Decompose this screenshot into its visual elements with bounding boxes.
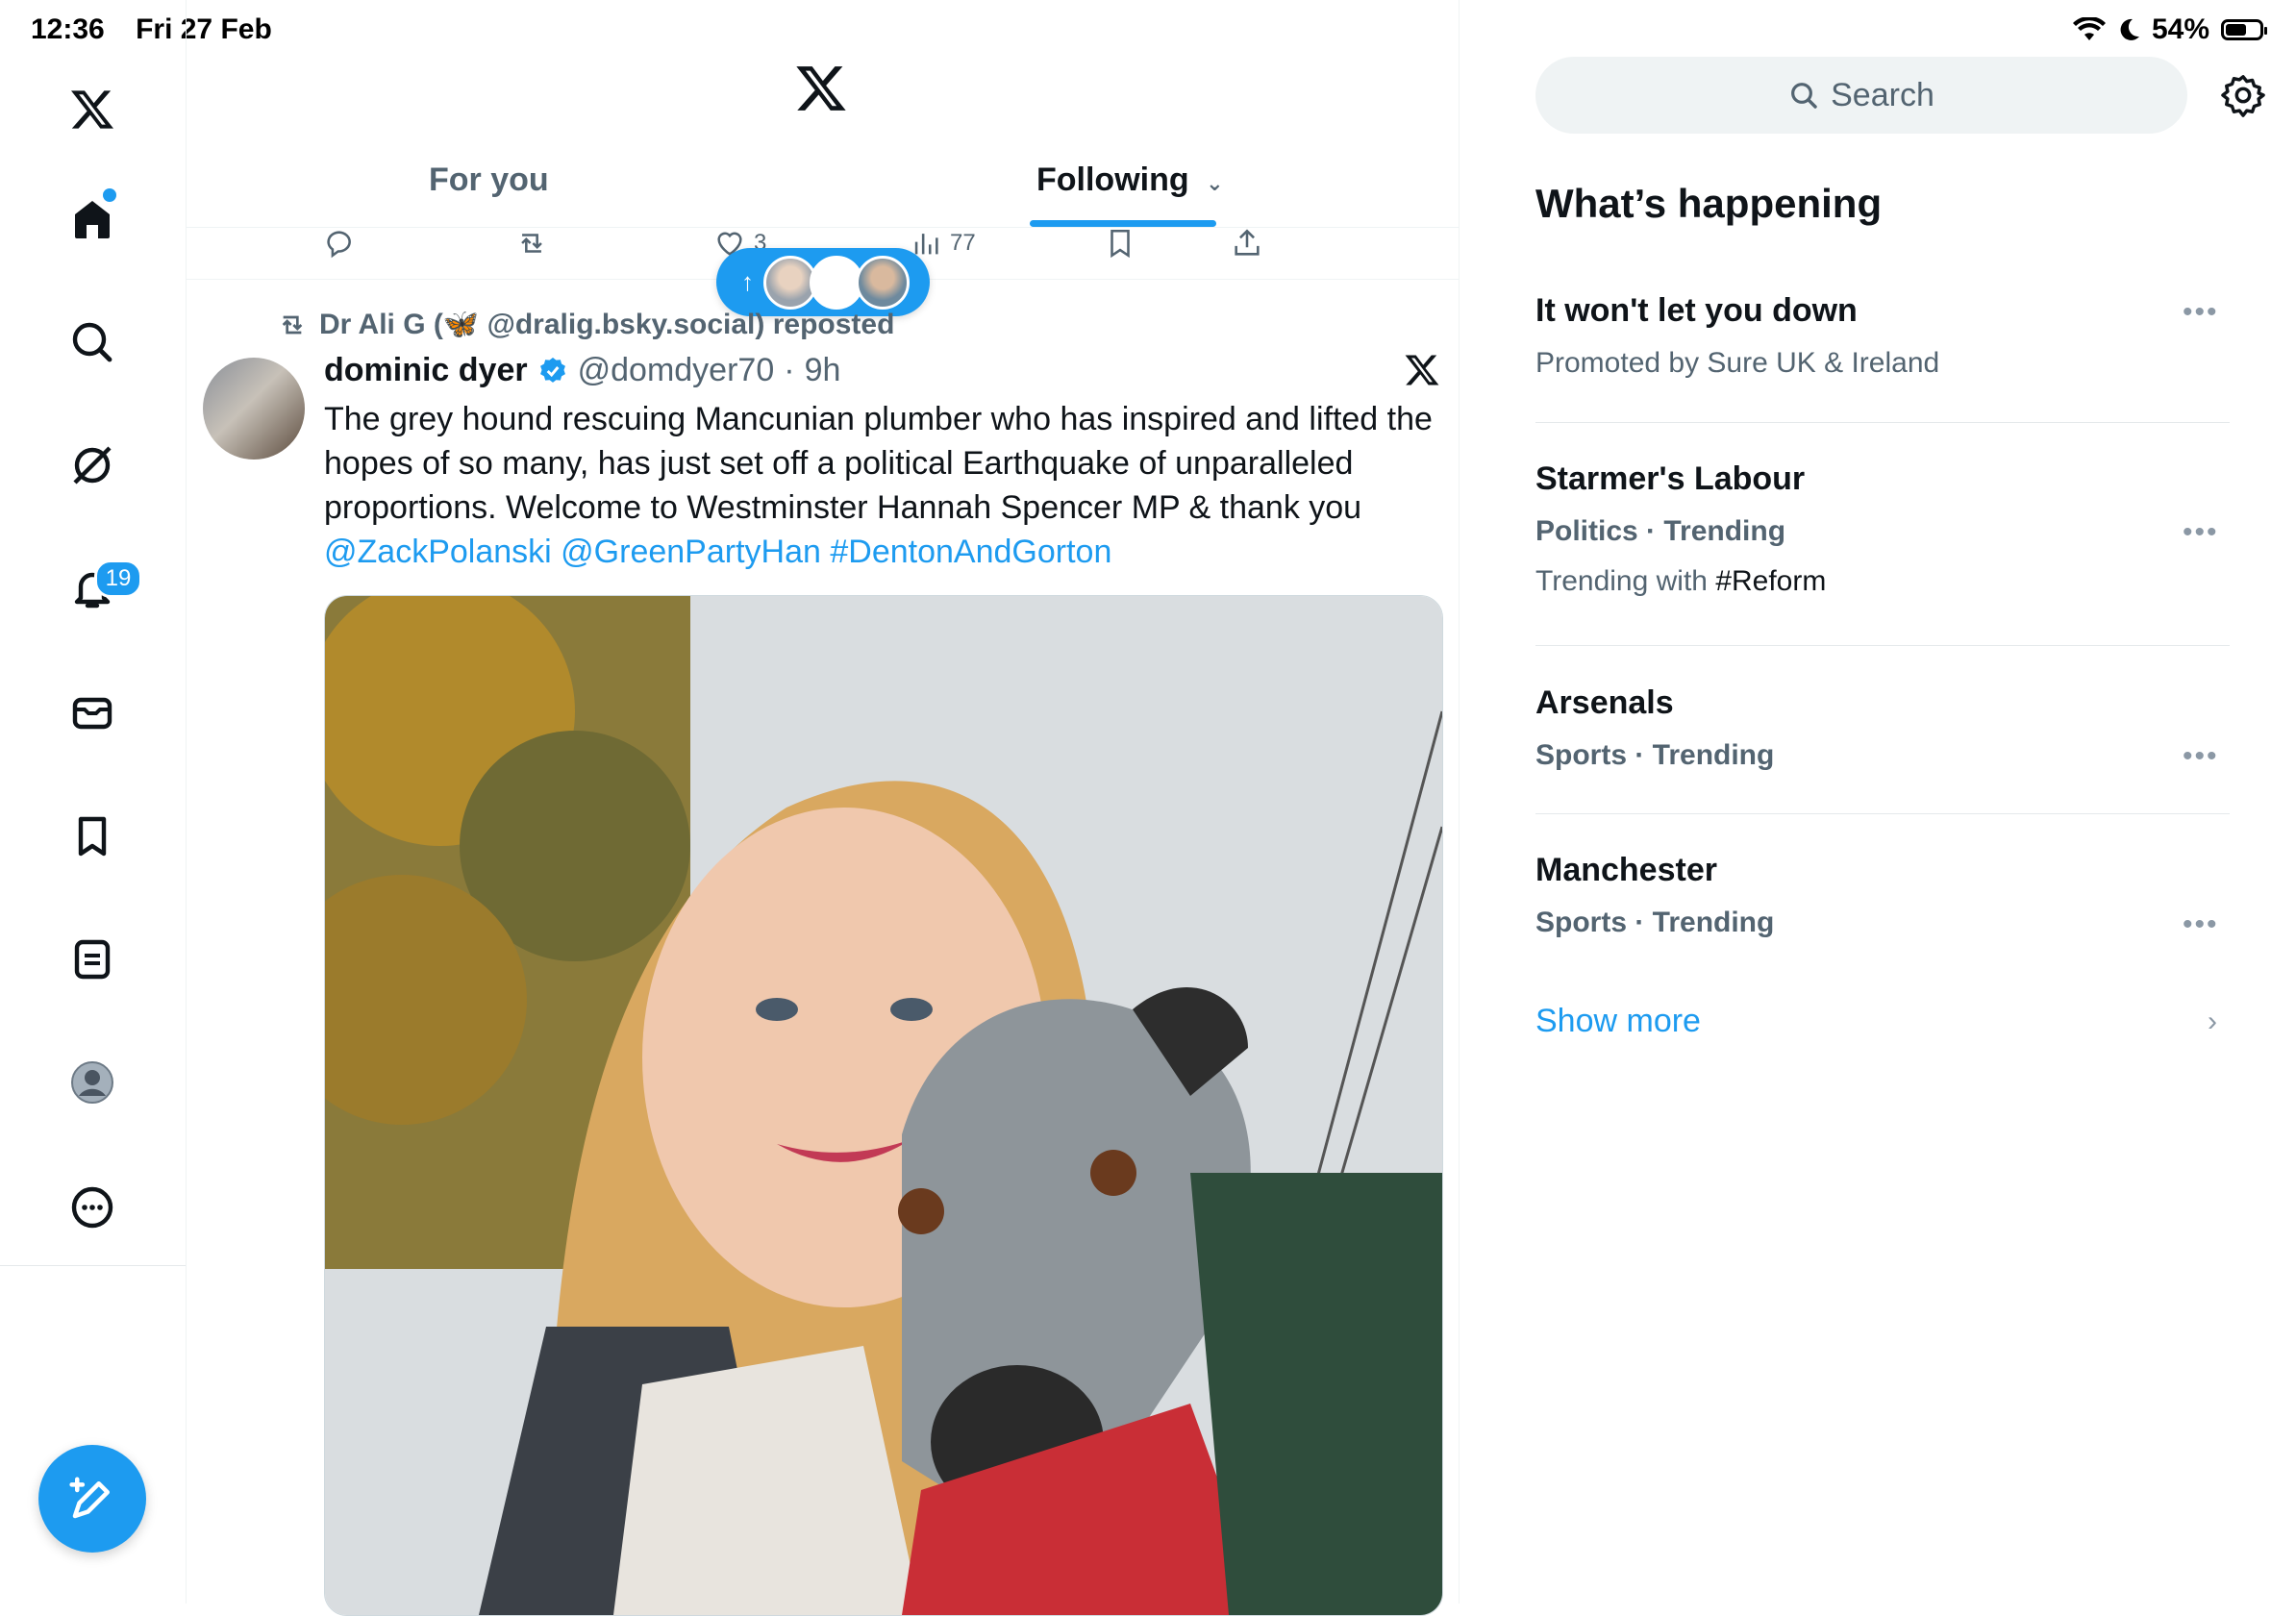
header-x-logo-icon[interactable] xyxy=(794,62,852,119)
bookmarks-icon[interactable] xyxy=(65,809,119,863)
verified-badge-icon xyxy=(539,357,565,383)
settings-button[interactable] xyxy=(2221,73,2265,117)
gear-icon xyxy=(2221,75,2265,117)
explore-icon[interactable] xyxy=(65,315,119,369)
tweet-author-row: dominic dyer @domdyer70 · 9h xyxy=(324,352,840,389)
trend-meta: Politics · Trending xyxy=(1535,515,1786,547)
hashtag-link[interactable]: #DentonAndGorton xyxy=(830,534,1111,570)
trend-more-icon[interactable]: ••• xyxy=(2183,516,2219,549)
share-button[interactable] xyxy=(1231,227,1263,260)
trend-divider xyxy=(1535,645,2230,646)
reply-icon xyxy=(327,231,351,259)
reply-button[interactable] xyxy=(323,227,356,260)
author-handle[interactable]: @domdyer70 xyxy=(578,352,775,389)
mention-link[interactable]: @ZackPolanski xyxy=(324,534,552,570)
chevron-down-icon: ⌄ xyxy=(1206,171,1224,195)
tab-following-label: Following xyxy=(1036,162,1189,198)
status-bar-right: 54% xyxy=(2072,13,2267,46)
nav-divider xyxy=(0,1265,186,1266)
trend-meta: Promoted by Sure UK & Ireland xyxy=(1535,347,1940,379)
trend-more-icon[interactable]: ••• xyxy=(2183,740,2219,773)
trend-title: Starmer's Labour xyxy=(1535,460,1806,497)
trend-meta: Sports · Trending xyxy=(1535,739,1775,771)
trend-item[interactable]: Manchester Sports · Trending xyxy=(1535,852,1774,939)
trend-more-icon[interactable]: ••• xyxy=(2183,908,2219,941)
tab-following[interactable]: Following ⌄ xyxy=(1036,162,1224,199)
repost-context: Dr Ali G (🦋 @dralig.bsky.social) reposte… xyxy=(277,308,894,341)
moon-icon xyxy=(2120,18,2139,40)
whats-happening-title: What’s happening xyxy=(1535,181,1883,226)
bookmark-button[interactable] xyxy=(1104,227,1136,260)
views-button[interactable]: 77 xyxy=(910,227,976,260)
trend-item[interactable]: Arsenals Sports · Trending xyxy=(1535,684,1774,772)
arrow-up-icon: ↑ xyxy=(741,267,754,296)
trend-title: Manchester xyxy=(1535,852,1717,888)
repost-icon xyxy=(521,234,542,253)
timeline-tabs: For you Following ⌄ xyxy=(187,144,1459,228)
battery-icon xyxy=(2221,19,2267,40)
author-avatar[interactable] xyxy=(203,358,305,460)
author-name[interactable]: dominic dyer xyxy=(324,352,528,389)
trend-more-icon[interactable]: ••• xyxy=(2183,296,2219,329)
repost-icon xyxy=(282,315,303,334)
home-unread-dot xyxy=(103,188,116,202)
profile-avatar-icon[interactable] xyxy=(65,1056,119,1109)
view-count: 77 xyxy=(950,230,976,256)
chevron-right-icon: › xyxy=(2208,1006,2217,1037)
trend-title: It won't let you down xyxy=(1535,292,1858,329)
lists-icon[interactable] xyxy=(65,932,119,986)
share-icon xyxy=(1235,229,1260,256)
messages-icon[interactable] xyxy=(65,686,119,740)
show-more-link[interactable]: Show more xyxy=(1535,1003,1701,1040)
search-icon xyxy=(1791,83,1817,109)
repost-by-label[interactable]: Dr Ali G (🦋 @dralig.bsky.social) reposte… xyxy=(319,308,894,341)
trend-title: Arsenals xyxy=(1535,684,1674,721)
tweet-text: The grey hound rescuing Mancunian plumbe… xyxy=(324,397,1447,574)
new-posts-pill[interactable]: ↑ xyxy=(716,248,930,316)
trend-divider xyxy=(1535,422,2230,423)
pill-avatar-3 xyxy=(856,255,910,310)
search-input[interactable]: Search xyxy=(1535,57,2187,134)
trend-extra: Trending with #Reform xyxy=(1535,565,1826,598)
bookmark-icon xyxy=(1111,229,1130,259)
tweet-body: The grey hound rescuing Mancunian plumbe… xyxy=(324,401,1433,526)
compose-feather-icon xyxy=(69,1477,110,1519)
mention-link[interactable]: @GreenPartyHan xyxy=(561,534,821,570)
trend-extra-tag[interactable]: #Reform xyxy=(1715,565,1826,597)
more-options-icon[interactable] xyxy=(65,1181,119,1234)
tweet-time[interactable]: 9h xyxy=(805,352,841,389)
search-placeholder: Search xyxy=(1831,76,1934,113)
tab-for-you[interactable]: For you xyxy=(429,162,549,199)
trend-meta: Sports · Trending xyxy=(1535,907,1775,938)
compose-button[interactable] xyxy=(38,1445,146,1553)
tab-active-indicator xyxy=(1030,220,1216,227)
x-logo-icon[interactable] xyxy=(65,83,119,137)
trend-item[interactable]: It won't let you down Promoted by Sure U… xyxy=(1535,292,1939,380)
trend-divider xyxy=(1535,813,2230,814)
tweet-photo[interactable] xyxy=(324,595,1443,1616)
separator-dot: · xyxy=(784,352,795,388)
grok-icon[interactable] xyxy=(65,438,119,492)
battery-percent: 54% xyxy=(2151,13,2209,45)
notifications-badge: 19 xyxy=(94,559,142,598)
wifi-icon xyxy=(2072,17,2106,40)
tweet-source-x-icon[interactable] xyxy=(1404,352,1442,390)
repost-button[interactable] xyxy=(515,227,548,260)
trend-item[interactable]: Starmer's Labour Politics · Trending Tre… xyxy=(1535,460,1826,598)
trend-extra-prefix: Trending with xyxy=(1535,565,1716,597)
